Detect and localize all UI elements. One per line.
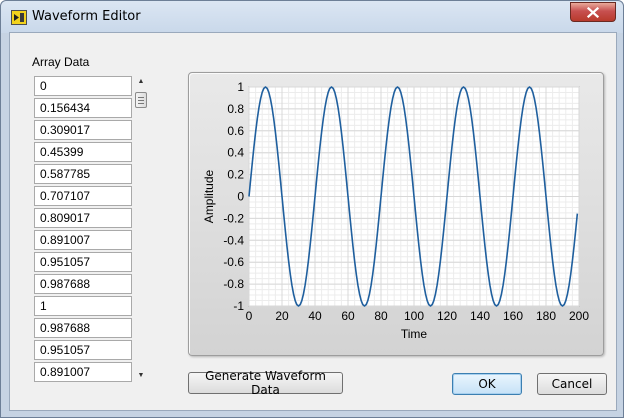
waveform-editor-window: Waveform Editor Array Data 0 0.156434 0.30… — [0, 0, 624, 418]
array-element-13[interactable]: 0.891007 — [34, 362, 132, 382]
y-tick-label: -0.8 — [223, 277, 244, 291]
array-element-10[interactable]: 1 — [34, 296, 132, 316]
y-tick-label: 1 — [237, 80, 244, 94]
array-element-1[interactable]: 0.156434 — [34, 98, 132, 118]
cancel-button[interactable]: Cancel — [537, 373, 607, 395]
x-tick-label: 120 — [437, 309, 457, 323]
array-element-2[interactable]: 0.309017 — [34, 120, 132, 140]
scroll-thumb[interactable] — [135, 92, 147, 108]
x-tick-label: 0 — [246, 309, 253, 323]
array-element-11[interactable]: 0.987688 — [34, 318, 132, 338]
x-tick-label: 160 — [503, 309, 523, 323]
waveform-graph: 0 20 40 60 80 100 120 140 160 180 200 1 0.8 0.6 0.4 0.2… — [188, 72, 604, 356]
waveform-graph-plot: 0 20 40 60 80 100 120 140 160 180 200 1 0.8 0.6 0.4 0.2… — [202, 80, 589, 341]
array-data-label: Array Data — [32, 55, 90, 69]
array-element-9[interactable]: 0.987688 — [34, 274, 132, 294]
x-tick-label: 20 — [275, 309, 289, 323]
array-element-12[interactable]: 0.951057 — [34, 340, 132, 360]
x-tick-label: 180 — [536, 309, 556, 323]
generate-waveform-data-button[interactable]: Generate Waveform Data — [188, 369, 343, 397]
title-bar[interactable]: Waveform Editor — [1, 1, 623, 33]
scroll-down-icon[interactable]: ▼ — [134, 370, 148, 382]
dialog-body: Array Data 0 0.156434 0.309017 0.45399 0.587… — [9, 32, 617, 411]
y-tick-label: -1 — [233, 299, 244, 313]
x-tick-label: 100 — [404, 309, 424, 323]
array-element-3[interactable]: 0.45399 — [34, 142, 132, 162]
array-element-8[interactable]: 0.951057 — [34, 252, 132, 272]
x-tick-label: 80 — [374, 309, 388, 323]
scroll-up-icon[interactable]: ▲ — [134, 76, 148, 88]
y-tick-label: 0.2 — [227, 168, 244, 182]
y-tick-label: -0.2 — [223, 211, 244, 225]
close-icon — [587, 6, 599, 18]
array-element-4[interactable]: 0.587785 — [34, 164, 132, 184]
y-tick-label: 0.4 — [227, 146, 244, 160]
x-tick-label: 200 — [569, 309, 589, 323]
array-element-7[interactable]: 0.891007 — [34, 230, 132, 250]
y-tick-label: 0.8 — [227, 102, 244, 116]
y-tick-label: -0.6 — [223, 255, 244, 269]
array-element-5[interactable]: 0.707107 — [34, 186, 132, 206]
y-tick-label: 0.6 — [227, 124, 244, 138]
close-button[interactable] — [570, 2, 616, 22]
array-scrollbar[interactable]: ▲ ▼ — [134, 76, 148, 382]
y-axis-label: Amplitude — [202, 170, 216, 224]
array-element-6[interactable]: 0.809017 — [34, 208, 132, 228]
window-title: Waveform Editor — [32, 9, 141, 24]
x-tick-label: 40 — [308, 309, 322, 323]
x-tick-label: 60 — [341, 309, 355, 323]
x-tick-label: 140 — [470, 309, 490, 323]
x-axis-label: Time — [401, 327, 428, 341]
y-tick-label: -0.4 — [223, 233, 244, 247]
labview-vi-icon — [11, 10, 27, 25]
ok-button[interactable]: OK — [452, 373, 522, 395]
y-tick-label: 0 — [237, 190, 244, 204]
array-element-0[interactable]: 0 — [34, 76, 132, 96]
